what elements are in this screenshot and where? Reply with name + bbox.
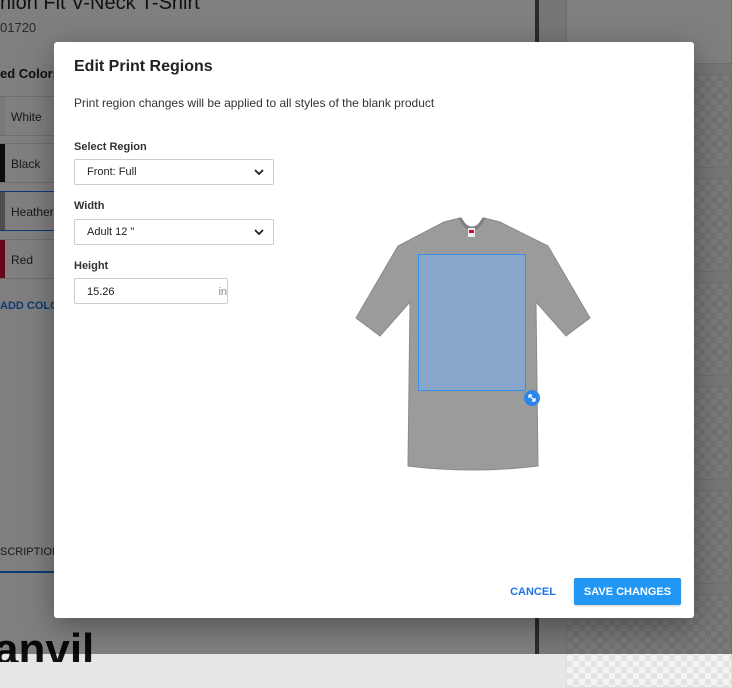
- height-label: Height: [74, 260, 109, 272]
- resize-handle[interactable]: [524, 390, 540, 406]
- resize-arrows-icon: [528, 394, 536, 402]
- region-value: Front: Full: [87, 166, 137, 178]
- width-select[interactable]: Adult 12 ": [74, 219, 274, 245]
- print-region-box[interactable]: [418, 254, 526, 391]
- height-unit: in: [218, 286, 227, 298]
- chevron-down-icon: [254, 229, 264, 236]
- region-select[interactable]: Front: Full: [74, 159, 274, 185]
- width-label: Width: [74, 200, 105, 212]
- dialog-subtitle: Print region changes will be applied to …: [74, 96, 435, 110]
- dialog-title: Edit Print Regions: [74, 58, 213, 75]
- save-changes-button[interactable]: SAVE CHANGES: [574, 578, 681, 605]
- width-value: Adult 12 ": [87, 226, 135, 238]
- height-value: 15.26: [87, 286, 115, 298]
- cancel-button[interactable]: CANCEL: [500, 578, 566, 604]
- chevron-down-icon: [254, 169, 264, 176]
- height-input[interactable]: 15.26 in: [74, 278, 228, 304]
- edit-print-regions-dialog: Edit Print Regions Print region changes …: [54, 42, 694, 618]
- region-label: Select Region: [74, 141, 147, 153]
